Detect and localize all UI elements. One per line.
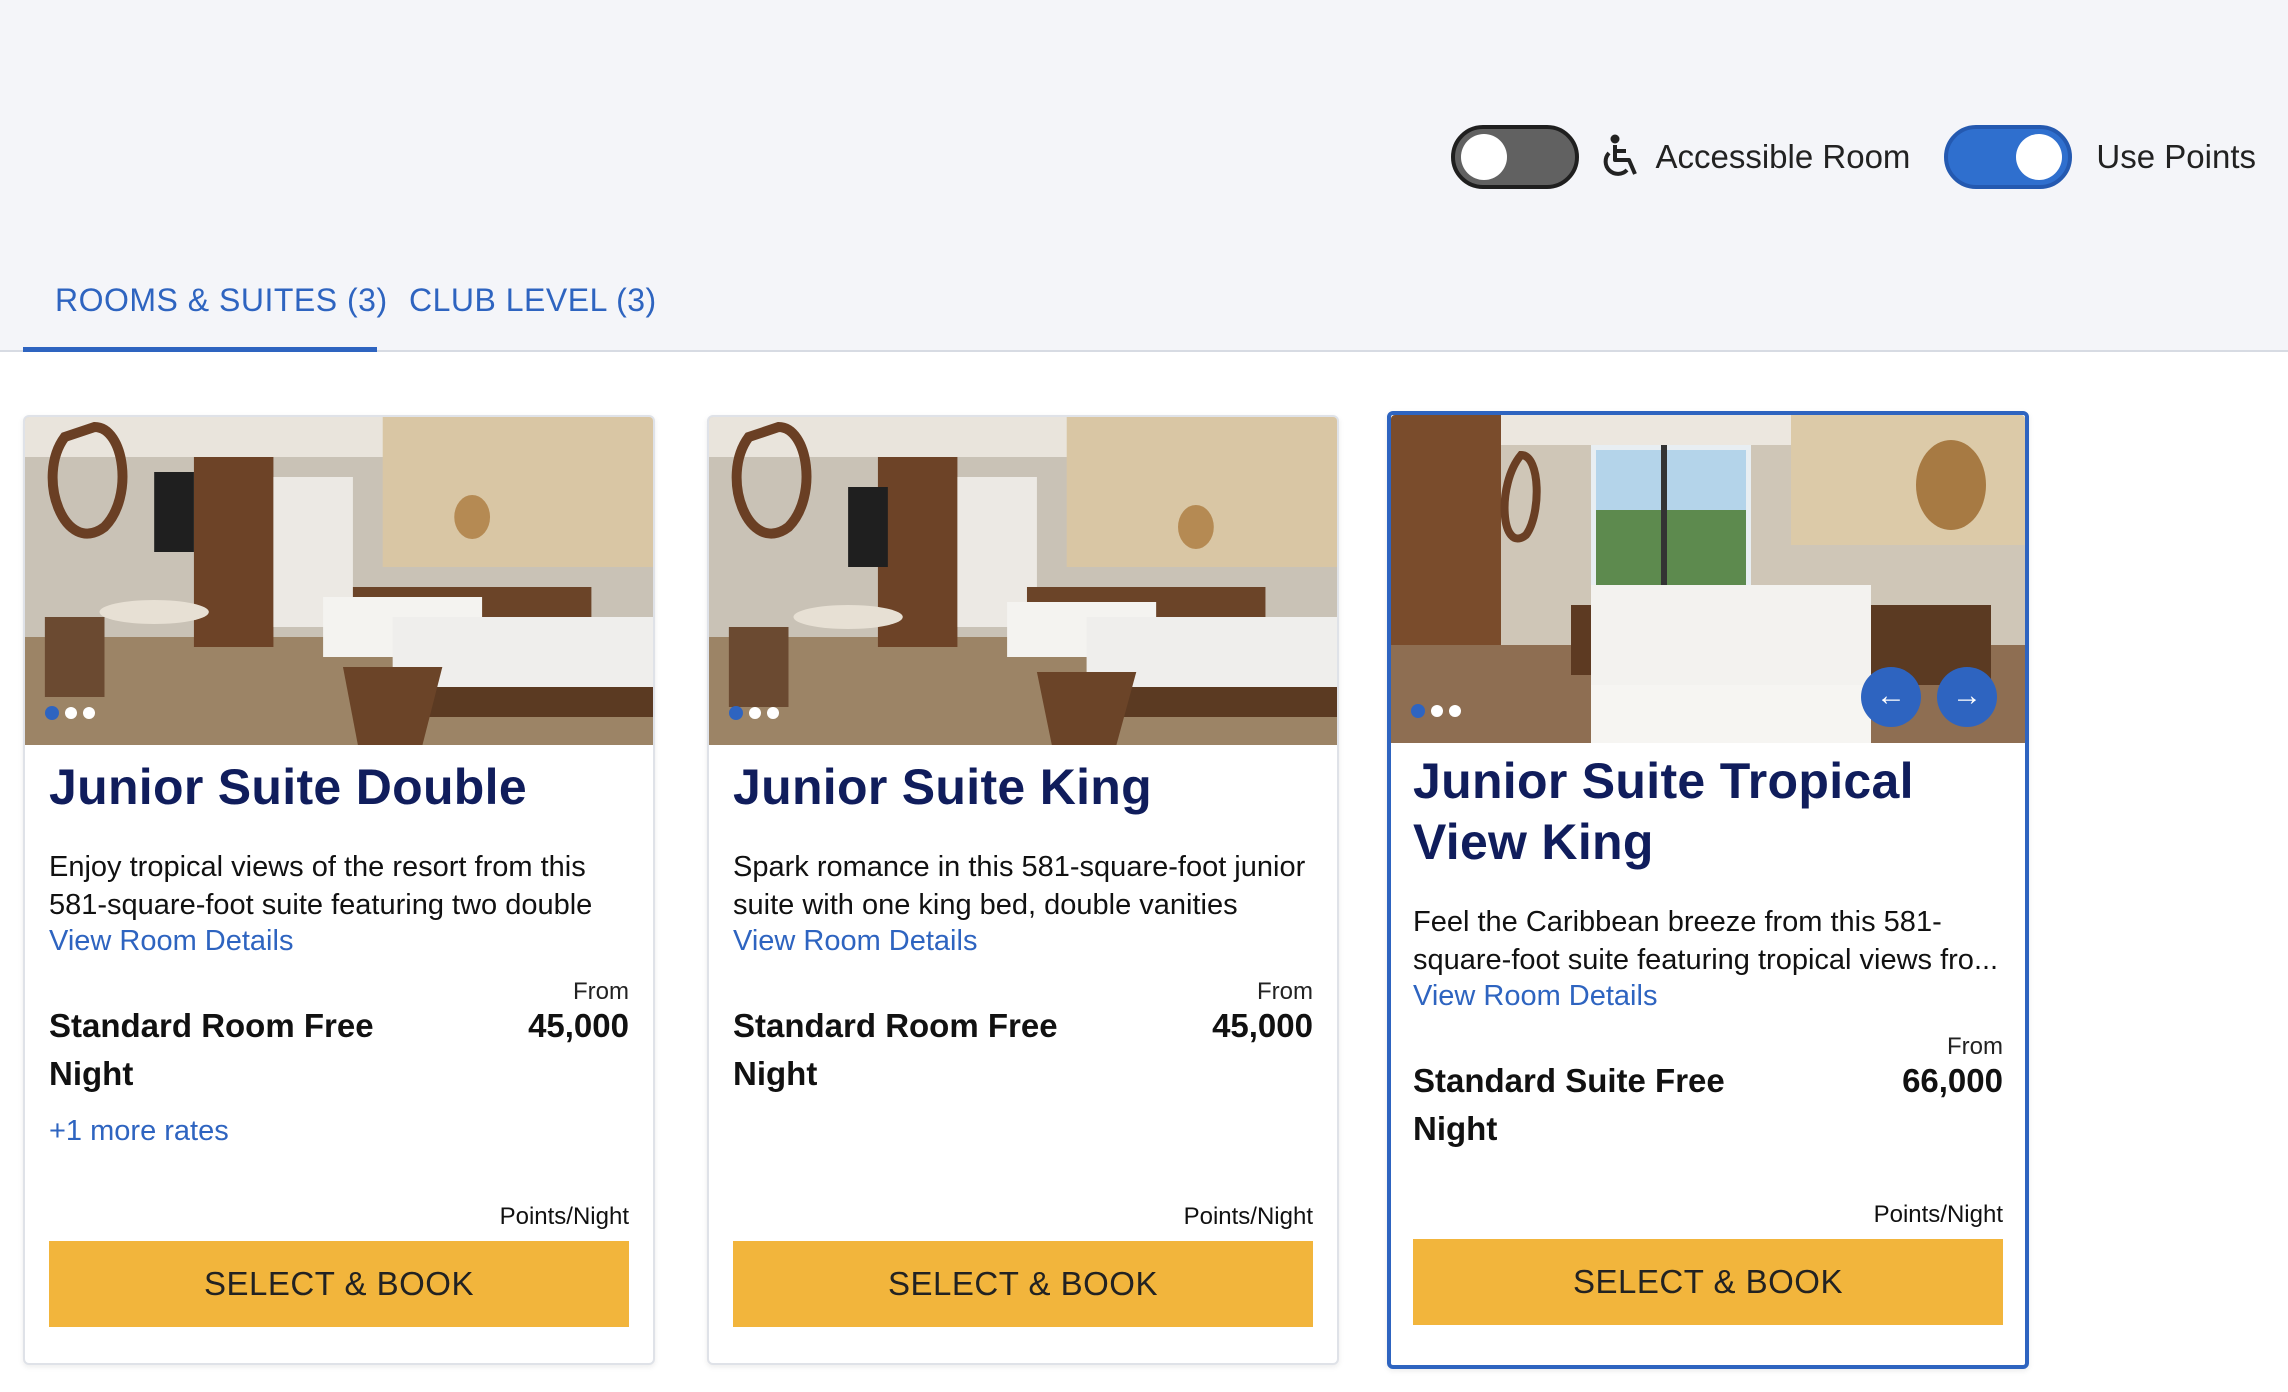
room-description: Enjoy tropical views of the resort from … <box>49 851 593 921</box>
carousel-dot[interactable] <box>1449 705 1461 717</box>
carousel-dots <box>1411 704 1461 718</box>
tab-rooms-suites[interactable]: ROOMS & SUITES (3) <box>55 282 388 319</box>
more-rates-link[interactable]: +1 more rates <box>49 1115 229 1148</box>
arrow-left-icon: ← <box>1876 679 1906 712</box>
room-title: Junior Suite Tropical View King <box>1413 753 1914 870</box>
carousel-dot[interactable] <box>65 707 77 719</box>
card-body: Junior Suite Tropical View King Feel the… <box>1413 751 2003 1153</box>
rate-name: Standard Room Free Night <box>733 1007 1058 1092</box>
rate-row: From Standard Suite Free Night 66,000 <box>1413 1033 2003 1153</box>
rate-name: Standard Suite Free Night <box>1413 1062 1725 1147</box>
carousel-dot[interactable] <box>45 706 59 720</box>
carousel-dots <box>729 706 779 720</box>
accessible-room-toggle[interactable] <box>1451 125 1580 189</box>
carousel-dot[interactable] <box>1431 705 1443 717</box>
toggle-knob <box>2016 134 2063 180</box>
tab-club-level[interactable]: CLUB LEVEL (3) <box>409 282 657 319</box>
rate-name: Standard Room Free Night <box>49 1007 374 1092</box>
select-and-book-button[interactable]: SELECT & BOOK <box>49 1241 629 1327</box>
use-points-toggle[interactable] <box>1944 125 2073 189</box>
room-photo[interactable] <box>25 417 653 745</box>
rate-row: From Standard Room Free Night 45,000 <box>49 978 629 1098</box>
carousel-dot[interactable] <box>83 707 95 719</box>
room-photo[interactable] <box>709 417 1337 745</box>
wheelchair-icon <box>1604 134 1638 176</box>
carousel-prev-button[interactable]: ← <box>1861 667 1921 727</box>
room-card: Junior Suite King Spark romance in this … <box>707 415 1339 1365</box>
rate-row: From Standard Room Free Night 45,000 <box>733 978 1313 1098</box>
room-description: Spark romance in this 581-square-foot ju… <box>733 851 1306 921</box>
points-per-night-label: Points/Night <box>1873 1201 2003 1228</box>
arrow-right-icon: → <box>1952 679 1982 712</box>
carousel-dot[interactable] <box>749 707 761 719</box>
carousel-dots <box>45 706 95 720</box>
room-card: Junior Suite Double Enjoy tropical views… <box>23 415 655 1365</box>
points-per-night-label: Points/Night <box>499 1203 629 1230</box>
select-and-book-button[interactable]: SELECT & BOOK <box>733 1241 1313 1327</box>
points-per-night-label: Points/Night <box>1183 1203 1313 1230</box>
view-room-details-link[interactable]: View Room Details <box>1413 979 2003 1013</box>
rate-price: 45,000 <box>528 1007 629 1044</box>
room-photo[interactable] <box>1391 415 2025 743</box>
filter-toggles: Accessible Room Use Points <box>1451 125 2256 189</box>
view-room-details-link[interactable]: View Room Details <box>733 924 1313 958</box>
carousel-dot[interactable] <box>1411 704 1425 718</box>
view-room-details-link[interactable]: View Room Details <box>49 924 629 958</box>
toggle-knob <box>1461 134 1508 180</box>
carousel-next-button[interactable]: → <box>1937 667 1997 727</box>
room-title: Junior Suite Double <box>49 759 527 815</box>
card-body: Junior Suite King Spark romance in this … <box>733 757 1313 1098</box>
room-tabs: ROOMS & SUITES (3) CLUB LEVEL (3) <box>0 262 2288 352</box>
rate-price: 66,000 <box>1902 1062 2003 1099</box>
room-title: Junior Suite King <box>733 759 1152 815</box>
carousel-dot[interactable] <box>729 706 743 720</box>
rate-price: 45,000 <box>1212 1007 1313 1044</box>
card-body: Junior Suite Double Enjoy tropical views… <box>49 757 629 1098</box>
room-card-selected: ← → Junior Suite Tropical View King Feel… <box>1387 411 2029 1369</box>
use-points-label: Use Points <box>2096 138 2256 175</box>
select-and-book-button[interactable]: SELECT & BOOK <box>1413 1239 2003 1325</box>
carousel-dot[interactable] <box>767 707 779 719</box>
room-description: Feel the Caribbean breeze from this 581-… <box>1413 906 1999 976</box>
accessible-room-label: Accessible Room <box>1655 138 1911 175</box>
